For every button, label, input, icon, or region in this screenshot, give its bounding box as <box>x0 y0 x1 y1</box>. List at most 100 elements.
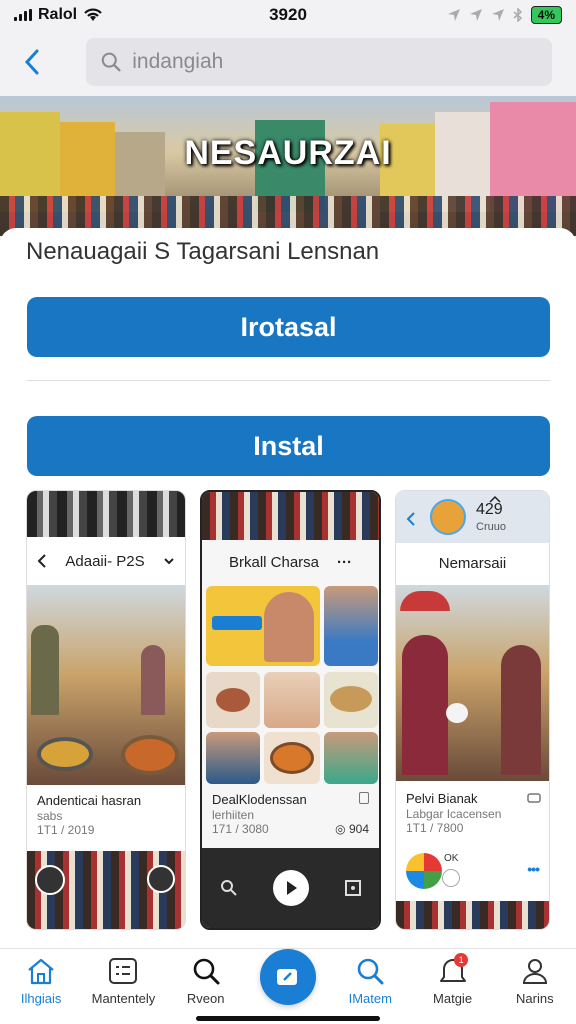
tab-label: Rveon <box>186 991 225 1006</box>
search-input[interactable] <box>132 50 538 74</box>
search-icon <box>357 958 384 985</box>
chevron-left-icon <box>37 554 46 568</box>
market-photo <box>27 585 185 785</box>
app-logo <box>406 853 442 889</box>
play-button[interactable] <box>272 870 309 906</box>
create-button[interactable] <box>259 949 316 1005</box>
market-photo <box>396 585 549 781</box>
app-title: Nenauagaii S Tagarsani Lensnan <box>26 238 380 265</box>
tab-label: IMatem <box>348 991 392 1006</box>
screenshot-header: Nemarsaii <box>438 554 507 572</box>
view-count: 904 <box>348 822 369 836</box>
screenshot-image <box>202 492 379 540</box>
back-button[interactable] <box>18 42 46 82</box>
refresh-icon <box>442 869 460 887</box>
tab-label: Ilhgiais <box>20 991 62 1006</box>
person-photo <box>501 645 541 775</box>
tab-bar: Ilhgiais Mantentely Rveon IMatem 1 Matgi… <box>0 948 576 1024</box>
person-photo <box>206 732 260 784</box>
crowd-image <box>396 901 549 929</box>
food-bowl <box>37 737 93 771</box>
caption-meta: 1T1 / 7800 <box>406 820 464 835</box>
install-button[interactable]: Instal <box>27 416 550 476</box>
nav-bar <box>0 30 576 94</box>
search-icon[interactable] <box>220 879 238 897</box>
hero-banner: NESAURZAI <box>0 96 576 236</box>
tab-explore[interactable]: IMatem <box>329 949 411 1024</box>
home-icon <box>28 958 54 985</box>
person-photo <box>324 586 378 666</box>
search-icon <box>193 958 220 985</box>
open-button[interactable]: Irotasal <box>27 297 550 357</box>
search-icon <box>101 52 121 72</box>
divider <box>27 380 550 381</box>
location-icon <box>447 9 460 21</box>
screenshot-3[interactable]: 429 Cruuo Nemarsaii Pelvi Bianak Labgar … <box>395 490 550 930</box>
avatar <box>430 499 466 535</box>
food-photo <box>206 672 260 728</box>
status-bar: Ralol 3920 4% <box>0 0 576 30</box>
tab-search[interactable]: Rveon <box>165 949 247 1024</box>
clock: 3920 <box>269 5 307 24</box>
tab-label: Mantentely <box>91 991 156 1006</box>
person-photo <box>324 732 378 784</box>
wifi-icon <box>84 8 102 21</box>
battery-indicator: 4% <box>530 6 562 24</box>
person-photo <box>402 635 448 775</box>
bluetooth-icon <box>513 8 522 22</box>
ok-label: OK <box>444 853 459 864</box>
caption-sub: sabs <box>37 808 63 823</box>
camera-icon <box>147 865 175 893</box>
app-detail-sheet: Nenauagaii S Tagarsani Lensnan Irotasal … <box>0 228 576 948</box>
chevron-left-icon <box>24 49 39 75</box>
clock-icon <box>35 865 65 895</box>
caption-title: Andenticai hasran <box>37 793 142 808</box>
caption-meta: 171 / 3080 <box>212 821 269 836</box>
caption-title: Pelvi Bianak <box>406 791 478 806</box>
follower-count: 429 <box>476 501 503 518</box>
tab-home[interactable]: Ilhgiais <box>0 949 82 1024</box>
crowd-image <box>27 851 185 929</box>
caption-sub: Labgar Icacensen <box>406 806 502 821</box>
carrier-label: Ralol <box>38 6 78 23</box>
bookmark-icon[interactable] <box>359 792 369 804</box>
more-icon[interactable]: ••• <box>527 861 540 877</box>
list-icon <box>109 958 138 984</box>
play-icon <box>286 881 297 895</box>
promo-tile <box>206 586 320 666</box>
screenshot-header: Brkall Charsa <box>228 553 320 571</box>
tab-label: Matgie <box>433 991 473 1006</box>
person-photo <box>264 592 314 662</box>
chevron-down-icon <box>164 558 174 565</box>
search-bar[interactable] <box>86 38 552 86</box>
food-bowl <box>121 735 179 775</box>
tab-list[interactable]: Mantentely <box>82 949 164 1024</box>
screenshot-2[interactable]: Brkall Charsa ··· DealKlodenssan lerhiit… <box>200 490 381 930</box>
location-icon <box>469 9 482 21</box>
screenshot-header: Adaaii- P2S <box>65 552 145 570</box>
tab-notifications[interactable]: 1 Matgie <box>411 949 493 1024</box>
food-photo <box>264 732 320 784</box>
screenshot-image <box>27 491 185 537</box>
user-icon <box>522 959 547 984</box>
signal-icon <box>14 9 32 21</box>
more-icon: ··· <box>337 553 353 571</box>
camera-icon <box>276 969 297 985</box>
food-photo <box>324 672 378 728</box>
share-icon <box>489 495 501 503</box>
tab-profile[interactable]: Narins <box>494 949 576 1024</box>
chevron-left-icon <box>406 512 415 526</box>
caption-title: DealKlodenssan <box>212 792 307 807</box>
square-icon[interactable] <box>344 879 362 897</box>
media-player <box>202 848 379 928</box>
clock-icon: ◎ <box>335 822 346 836</box>
person-photo <box>264 672 320 728</box>
hero-title: NESAURZAI <box>184 134 392 172</box>
tab-label: Narins <box>516 991 554 1006</box>
screenshot-1[interactable]: Adaaii- P2S Andenticai hasran sabs 1T1 /… <box>26 490 186 930</box>
chat-icon[interactable] <box>527 793 541 805</box>
home-indicator <box>196 1016 380 1021</box>
location-icon <box>491 9 504 21</box>
caption-meta: 1T1 / 2019 <box>37 822 95 837</box>
follower-label: Cruuo <box>476 521 506 533</box>
